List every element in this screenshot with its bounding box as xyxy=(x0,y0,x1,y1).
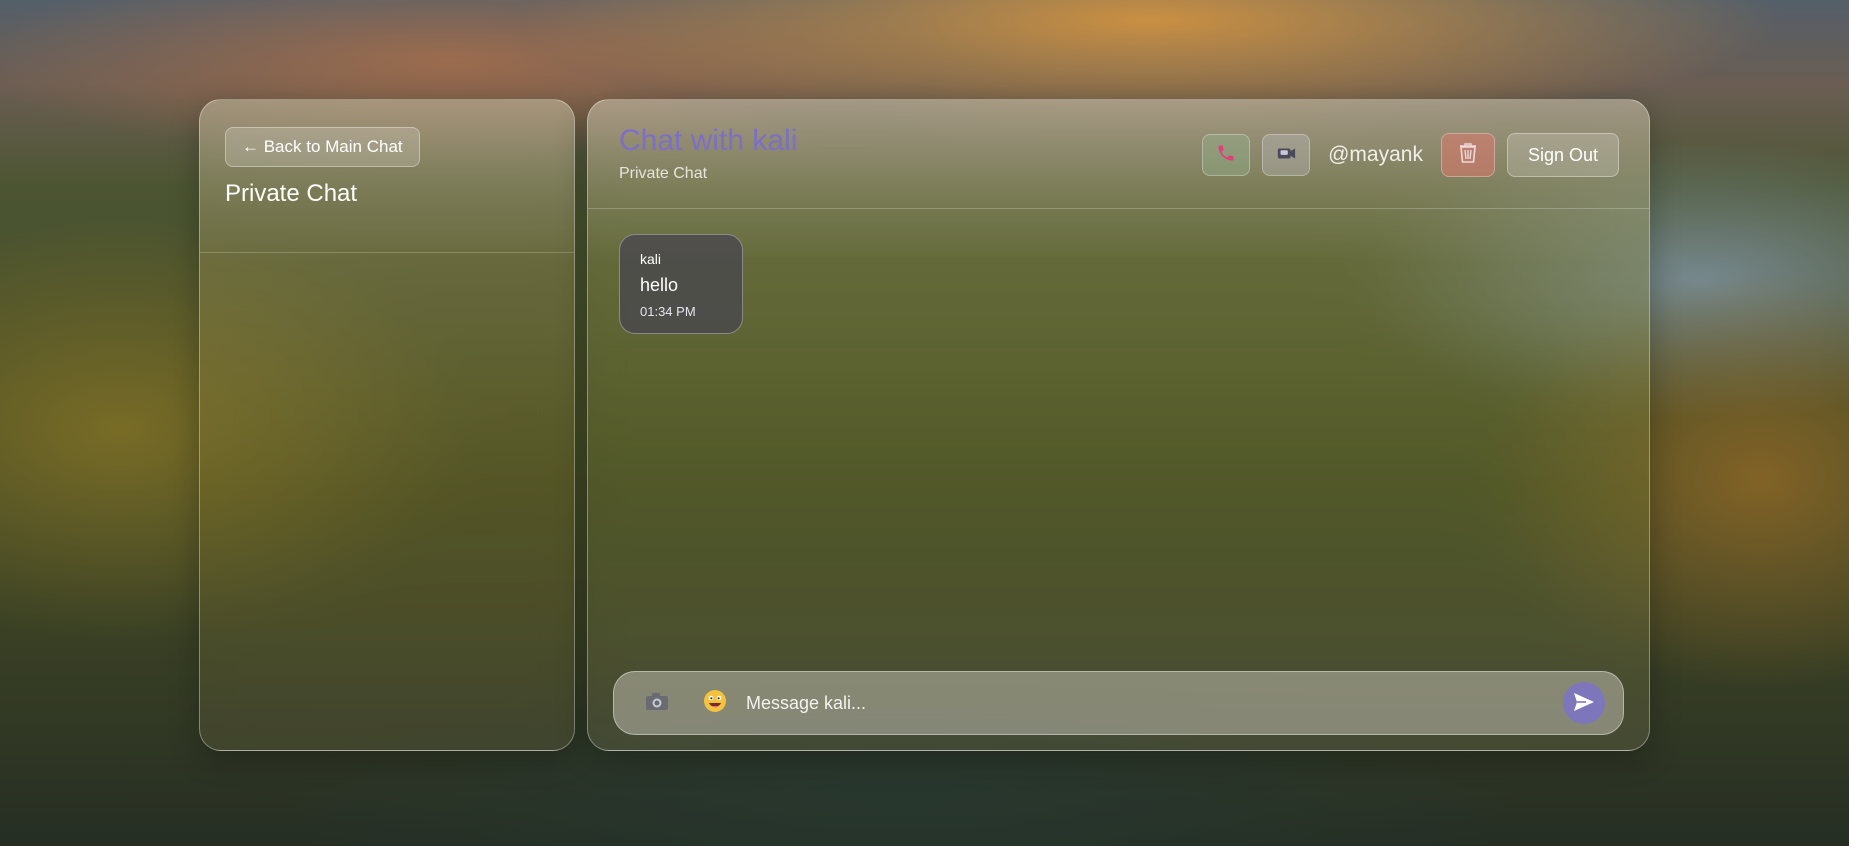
chat-header: Chat with kali Private Chat @mayank Sign… xyxy=(588,100,1649,209)
current-username: @mayank xyxy=(1328,143,1423,166)
back-to-main-chat-button[interactable]: ← Back to Main Chat xyxy=(225,127,420,167)
sidebar: ← Back to Main Chat Private Chat xyxy=(199,99,575,751)
phone-icon xyxy=(1216,143,1236,168)
video-call-button[interactable] xyxy=(1262,134,1311,176)
trash-icon xyxy=(1458,142,1478,169)
chat-title: Chat with kali xyxy=(619,124,798,157)
message-time: 01:34 PM xyxy=(640,304,696,319)
send-icon xyxy=(1572,691,1596,716)
message-sender: kali xyxy=(640,251,662,267)
camera-icon xyxy=(644,690,670,717)
send-button[interactable] xyxy=(1563,682,1605,724)
sidebar-title: Private Chat xyxy=(225,180,358,207)
message-text: hello xyxy=(640,275,679,295)
header-actions: @mayank Sign Out xyxy=(1202,133,1619,177)
message-bubble: kali hello 01:34 PM xyxy=(619,234,743,334)
message-input[interactable] xyxy=(744,682,1563,724)
video-camera-icon xyxy=(1275,143,1297,168)
voice-call-button[interactable] xyxy=(1202,134,1251,176)
message-list: kali hello 01:34 PM xyxy=(619,234,743,334)
message-composer xyxy=(613,671,1624,735)
emoji-button[interactable] xyxy=(700,688,730,718)
sidebar-header: ← Back to Main Chat Private Chat xyxy=(200,100,574,253)
sign-out-button[interactable]: Sign Out xyxy=(1506,133,1619,177)
delete-chat-button[interactable] xyxy=(1440,133,1495,177)
emoji-icon xyxy=(702,688,728,719)
chat-subtitle: Private Chat xyxy=(619,165,708,182)
chat-panel: Chat with kali Private Chat @mayank Sign… xyxy=(587,99,1650,751)
camera-button[interactable] xyxy=(642,688,672,718)
